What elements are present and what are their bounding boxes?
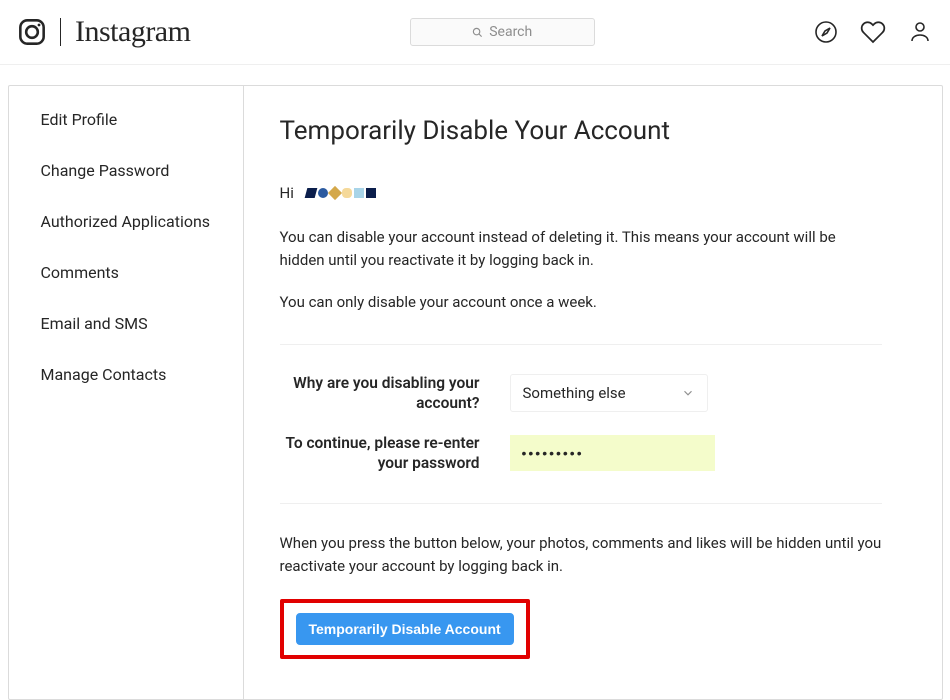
settings-sidebar: Edit Profile Change Password Authorized … xyxy=(9,86,244,699)
sidebar-item-label: Change Password xyxy=(41,161,170,180)
sidebar-item-label: Edit Profile xyxy=(41,110,118,129)
warning-text: When you press the button below, your ph… xyxy=(280,532,882,577)
instagram-wordmark: Instagram xyxy=(75,15,190,49)
username-avatar xyxy=(306,188,376,198)
heart-icon[interactable] xyxy=(860,19,886,45)
reason-selected-value: Something else xyxy=(523,384,626,402)
sidebar-item-label: Authorized Applications xyxy=(41,212,211,231)
page-title: Temporarily Disable Your Account xyxy=(280,116,882,146)
highlight-box: Temporarily Disable Account xyxy=(280,599,530,659)
password-row: To continue, please re-enter your passwo… xyxy=(280,433,882,473)
header: Instagram Search xyxy=(0,0,950,65)
divider xyxy=(280,344,882,345)
search-input[interactable]: Search xyxy=(410,18,595,46)
sidebar-item-label: Manage Contacts xyxy=(41,365,167,384)
password-label: To continue, please re-enter your passwo… xyxy=(280,433,480,473)
password-input[interactable] xyxy=(510,435,715,471)
chevron-down-icon xyxy=(681,386,695,400)
header-actions xyxy=(814,19,932,45)
sidebar-item-authorized-apps[interactable]: Authorized Applications xyxy=(9,196,243,247)
sidebar-item-label: Comments xyxy=(41,263,119,282)
reason-label: Why are you disabling your account? xyxy=(280,373,480,413)
greeting-line: Hi xyxy=(280,184,882,202)
content-area: Temporarily Disable Your Account Hi You … xyxy=(244,86,942,699)
reason-select[interactable]: Something else xyxy=(510,374,708,412)
sidebar-item-comments[interactable]: Comments xyxy=(9,247,243,298)
temporarily-disable-button[interactable]: Temporarily Disable Account xyxy=(296,613,514,645)
sidebar-item-change-password[interactable]: Change Password xyxy=(9,145,243,196)
disable-description-2: You can only disable your account once a… xyxy=(280,291,882,314)
greeting-text: Hi xyxy=(280,184,294,202)
sidebar-item-edit-profile[interactable]: Edit Profile xyxy=(9,94,243,145)
sidebar-item-email-sms[interactable]: Email and SMS xyxy=(9,298,243,349)
settings-container: Edit Profile Change Password Authorized … xyxy=(8,85,943,700)
search-placeholder: Search xyxy=(489,24,532,40)
profile-icon[interactable] xyxy=(908,20,932,44)
divider xyxy=(280,503,882,504)
search-icon xyxy=(472,27,483,38)
instagram-icon xyxy=(18,18,46,46)
search-wrap: Search xyxy=(190,18,814,46)
compass-icon[interactable] xyxy=(814,20,838,44)
logo-divider xyxy=(60,18,61,46)
reason-row: Why are you disabling your account? Some… xyxy=(280,373,882,413)
sidebar-item-manage-contacts[interactable]: Manage Contacts xyxy=(9,349,243,400)
disable-description-1: You can disable your account instead of … xyxy=(280,226,882,271)
logo-group[interactable]: Instagram xyxy=(18,15,190,49)
sidebar-item-label: Email and SMS xyxy=(41,314,148,333)
